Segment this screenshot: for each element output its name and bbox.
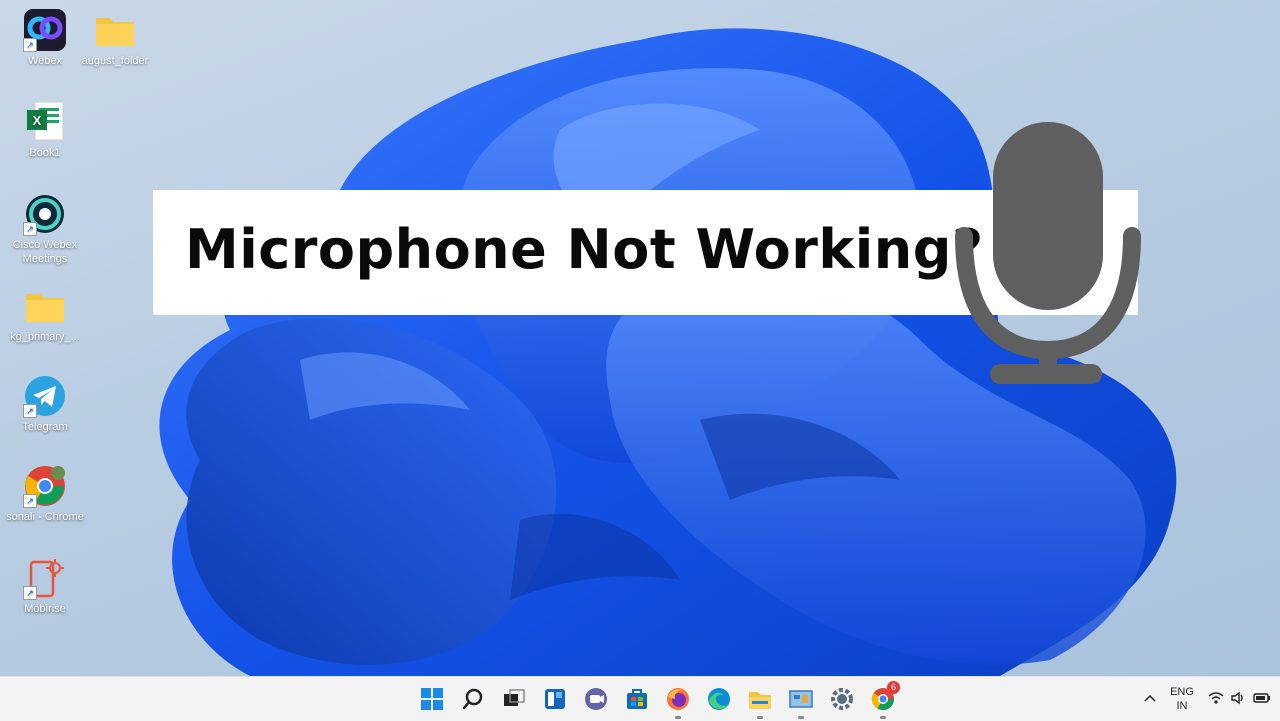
desktop-icon-book1[interactable]: X Book1: [0, 100, 90, 160]
folder-icon: [93, 8, 137, 52]
battery-icon[interactable]: [1252, 689, 1274, 707]
webex-meetings-icon: ↗: [23, 192, 67, 236]
widgets-icon[interactable]: [539, 683, 571, 715]
volume-icon[interactable]: [1229, 689, 1247, 707]
shortcut-arrow-icon: ↗: [23, 494, 37, 508]
running-indicator: [757, 716, 763, 719]
teams-chat-icon[interactable]: [580, 683, 612, 715]
webex-icon: ↗: [23, 8, 67, 52]
desktop-icon-label: Mobirise: [24, 603, 66, 615]
desktop-icon-label: Book1: [29, 147, 61, 159]
language-indicator[interactable]: ENG IN: [1170, 685, 1194, 713]
file-explorer-icon[interactable]: [744, 683, 776, 719]
chrome-icon[interactable]: 6: [867, 681, 900, 719]
desktop-icon-mobirise[interactable]: ↗ Mobirise: [0, 556, 90, 616]
show-hidden-icons-chevron-up-icon[interactable]: [1140, 689, 1160, 709]
shortcut-arrow-icon: ↗: [23, 404, 37, 418]
edge-icon[interactable]: [703, 683, 735, 715]
search-icon[interactable]: [457, 683, 489, 715]
running-indicator: [798, 716, 804, 719]
shortcut-arrow-icon: ↗: [23, 586, 37, 600]
firefox-icon[interactable]: [662, 683, 694, 719]
store-icon[interactable]: [621, 683, 653, 715]
desktop-icon-cisco-webex-meetings[interactable]: ↗ Cisco Webex Meetings: [0, 192, 90, 266]
desktop-icon-label: sonali - Chrome: [6, 511, 84, 523]
notification-badge: 6: [887, 681, 900, 694]
region-code: IN: [1176, 700, 1188, 712]
settings-icon[interactable]: [826, 683, 858, 715]
task-view-icon[interactable]: [498, 683, 530, 715]
taskbar: 6 ENG IN: [0, 676, 1280, 721]
desktop-icon-telegram[interactable]: ↗ Telegram: [0, 374, 90, 434]
microphone-icon: [955, 122, 1141, 384]
svg-text:X: X: [33, 113, 42, 128]
desktop-icon-sonali-chrome[interactable]: ↗ sonali - Chrome: [0, 464, 90, 524]
shortcut-arrow-icon: ↗: [23, 222, 37, 236]
shortcut-arrow-icon: ↗: [23, 38, 37, 52]
running-indicator: [880, 716, 886, 719]
desktop-icon-kg-primary[interactable]: kg_primary_...: [0, 284, 90, 344]
desktop-icon-label: Cisco Webex Meetings: [12, 239, 78, 265]
desktop-icon-label: kg_primary_...: [10, 331, 80, 343]
folder-icon: [23, 284, 67, 328]
control-panel-icon[interactable]: [785, 683, 817, 719]
desktop-icon-label: Telegram: [22, 421, 68, 433]
excel-icon: X: [23, 100, 67, 144]
telegram-icon: ↗: [23, 374, 67, 418]
mobirise-icon: ↗: [23, 556, 67, 600]
running-indicator: [675, 716, 681, 719]
desktop-icon-august-folder[interactable]: august_folder: [70, 8, 160, 68]
wifi-icon[interactable]: [1207, 689, 1225, 707]
desktop-icon-label: august_folder: [81, 55, 149, 67]
chrome-icon: ↗: [23, 464, 67, 508]
language-code: ENG: [1170, 686, 1194, 698]
start-icon[interactable]: [416, 683, 448, 715]
banner-title: Microphone Not Working?: [185, 218, 984, 281]
